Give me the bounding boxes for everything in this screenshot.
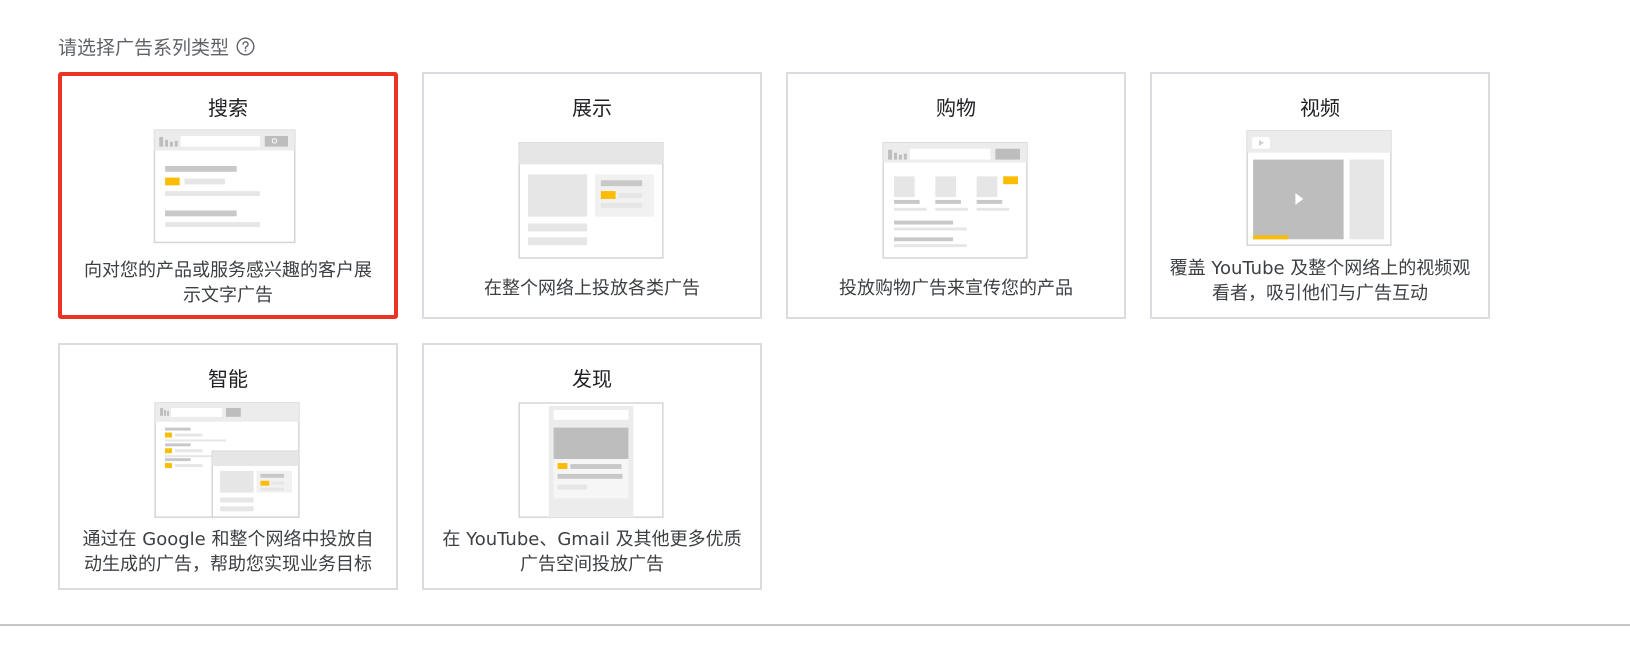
card-title: 视频 [1300, 96, 1340, 120]
card-description: 通过在 Google 和整个网络中投放自动生成的广告，帮助您实现业务目标 [82, 529, 374, 575]
help-circle-icon[interactable] [235, 36, 256, 57]
card-description: 投放购物广告来宣传您的产品 [839, 278, 1073, 299]
card-description: 覆盖 YouTube 及整个网络上的视频观看者，吸引他们与广告互动 [1169, 258, 1471, 304]
card-description: 在整个网络上投放各类广告 [484, 278, 700, 299]
card-title: 发现 [572, 367, 612, 391]
campaign-card-discovery[interactable]: 发现 在 YouTube、Gmail 及其他更多优质广告空间投放广告 [422, 343, 762, 590]
campaign-type-heading: 请选择广告系列类型 [58, 33, 256, 60]
campaign-card-smart[interactable]: 智能 通过在 Google 和整个网络中投放自动生成的广告，帮助您实现业务目标 [58, 343, 398, 590]
campaign-card-search[interactable]: 搜索 向对您的产品或服务感兴趣的客户展示文字广告 [58, 72, 398, 319]
bottom-divider [0, 624, 1630, 626]
card-title: 购物 [936, 96, 976, 120]
campaign-type-grid: 搜索 向对您的产品或服务感兴趣的客户展示文字广告 展示 在整个网络上投放各类广告… [58, 72, 1490, 592]
campaign-type-label: 请选择广告系列类型 [58, 37, 230, 59]
card-title: 展示 [572, 96, 612, 120]
card-description: 在 YouTube、Gmail 及其他更多优质广告空间投放广告 [442, 529, 742, 575]
campaign-card-display[interactable]: 展示 在整个网络上投放各类广告 [422, 72, 762, 319]
campaign-card-video[interactable]: 视频 覆盖 YouTube 及整个网络上的视频观看者，吸引他们与广告互动 [1150, 72, 1490, 319]
campaign-card-shopping[interactable]: 购物 投放购物广告来宣传您的产品 [786, 72, 1126, 319]
card-title: 搜索 [208, 96, 248, 120]
card-title: 智能 [208, 367, 248, 391]
card-description: 向对您的产品或服务感兴趣的客户展示文字广告 [84, 260, 372, 306]
